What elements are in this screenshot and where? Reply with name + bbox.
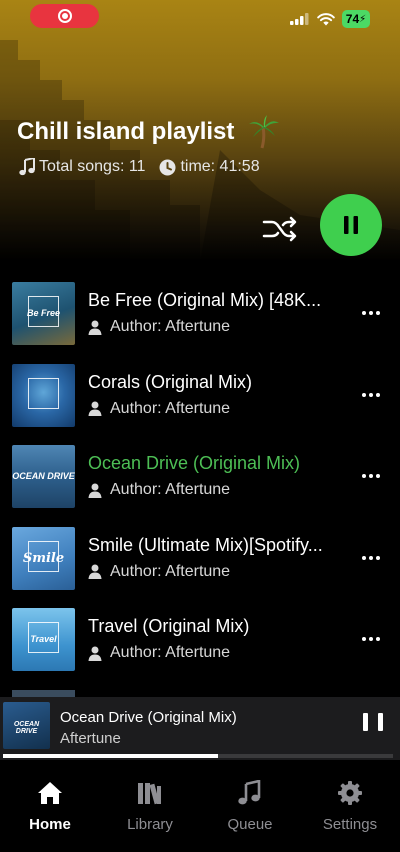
track-author: Author: Aftertune xyxy=(88,644,230,662)
track-title: Travel (Original Mix) xyxy=(88,616,250,637)
library-icon xyxy=(138,783,161,805)
tab-bar: Home Library Queue Settings xyxy=(0,762,400,852)
track-title: Corals (Original Mix) xyxy=(88,371,253,392)
battery-indicator: 74 ⚡ xyxy=(342,10,370,28)
track-title: Smile (Ultimate Mix)[Spotify... xyxy=(88,534,323,555)
tab-label: Settings xyxy=(322,816,378,833)
clock-icon xyxy=(159,159,176,175)
playlist-title-row: Chill island playlist xyxy=(17,115,280,149)
record-icon xyxy=(57,9,72,23)
mini-player[interactable]: OCEAN DRIVE Ocean Drive (Original Mix) A… xyxy=(0,697,400,760)
total-songs: Total songs: 11 xyxy=(19,158,145,176)
now-playing-cover: OCEAN DRIVE xyxy=(3,702,50,749)
author-label: Author: Aftertune xyxy=(110,562,231,580)
cover-text: Be Free xyxy=(26,308,61,318)
status-bar: 74 ⚡ xyxy=(0,0,400,40)
now-playing-artist: Aftertune xyxy=(60,730,121,747)
track-row[interactable]: Be Free Be Free (Original Mix) [48K... A… xyxy=(0,278,400,360)
playback-progress-bar[interactable] xyxy=(3,754,393,758)
shuffle-icon xyxy=(262,216,297,242)
palm-tree-icon xyxy=(249,115,280,149)
person-icon xyxy=(88,320,102,335)
person-icon xyxy=(88,483,102,498)
person-icon xyxy=(88,401,102,417)
tab-label: Queue xyxy=(227,816,273,833)
tab-library[interactable]: Library xyxy=(100,762,200,852)
track-row[interactable]: OCEAN DRIVE Ocean Drive (Original Mix) A… xyxy=(0,441,400,523)
album-cover: Travel xyxy=(12,608,75,672)
playlist-duration: time: 41:58 xyxy=(159,158,260,176)
pause-icon-bar xyxy=(363,713,368,731)
music-note-icon xyxy=(19,158,35,176)
track-row[interactable]: Corals (Original Mix) Author: Aftertune xyxy=(0,360,400,442)
more-options-button[interactable] xyxy=(358,306,384,320)
track-author: Author: Aftertune xyxy=(88,318,230,336)
music-note-icon xyxy=(238,780,261,805)
home-icon xyxy=(38,782,62,804)
signal-icon xyxy=(290,13,309,25)
track-row[interactable]: Smile Smile (Ultimate Mix)[Spotify... Au… xyxy=(0,523,400,605)
more-options-button[interactable] xyxy=(358,632,384,646)
cover-text: OCEAN DRIVE xyxy=(12,471,75,482)
track-author: Author: Aftertune xyxy=(88,400,230,418)
playback-progress-fill xyxy=(3,754,218,758)
album-cover: Be Free xyxy=(12,282,75,345)
playlist-title: Chill island playlist xyxy=(17,118,235,145)
album-cover xyxy=(12,363,75,427)
author-label: Author: Aftertune xyxy=(110,644,231,662)
track-title: Be Free (Original Mix) [48K... xyxy=(88,290,322,310)
gear-icon xyxy=(338,781,362,805)
playlist-meta: Total songs: 11 time: 41:58 xyxy=(19,158,260,176)
tab-queue[interactable]: Queue xyxy=(200,762,300,852)
track-author: Author: Aftertune xyxy=(88,481,230,499)
person-icon xyxy=(88,646,102,661)
duration-label: time: 41:58 xyxy=(180,158,260,175)
tab-home[interactable]: Home xyxy=(0,762,100,852)
playlist-header: 74 ⚡ Chill island playlist Total songs: … xyxy=(0,0,400,262)
author-label: Author: Aftertune xyxy=(110,481,231,499)
album-cover: Smile xyxy=(12,526,75,590)
album-cover: OCEAN DRIVE xyxy=(12,445,75,509)
now-playing-title: Ocean Drive (Original Mix) xyxy=(60,709,237,726)
track-list: Be Free Be Free (Original Mix) [48K... A… xyxy=(0,278,400,686)
more-options-button[interactable] xyxy=(358,388,384,402)
author-label: Author: Aftertune xyxy=(110,399,231,417)
mini-pause-button[interactable] xyxy=(363,713,383,735)
charging-bolt-icon: ⚡ xyxy=(359,13,367,25)
status-icons: 74 ⚡ xyxy=(290,10,370,28)
wifi-icon xyxy=(317,12,335,25)
cover-frame xyxy=(28,377,59,409)
track-author: Author: Aftertune xyxy=(88,563,230,581)
tab-label: Home xyxy=(29,816,71,833)
total-songs-label: Total songs: 11 xyxy=(39,158,146,175)
pause-icon xyxy=(344,216,358,234)
battery-level: 74 xyxy=(345,12,360,26)
track-row[interactable]: Travel Travel (Original Mix) Author: Aft… xyxy=(0,604,400,686)
tab-settings[interactable]: Settings xyxy=(300,762,400,852)
play-pause-button[interactable] xyxy=(320,194,382,256)
more-options-button[interactable] xyxy=(358,469,384,483)
track-title: Ocean Drive (Original Mix) xyxy=(88,453,301,474)
pause-icon-bar xyxy=(378,713,383,731)
cover-text: Travel xyxy=(30,634,57,645)
cover-text: OCEAN DRIVE xyxy=(13,721,40,735)
more-options-button[interactable] xyxy=(358,551,384,565)
author-label: Author: Aftertune xyxy=(110,318,231,335)
tab-label: Library xyxy=(127,816,173,833)
cover-text: Smile xyxy=(22,550,65,566)
person-icon xyxy=(88,564,102,580)
shuffle-button[interactable] xyxy=(261,210,299,248)
screen-recording-indicator[interactable] xyxy=(30,4,99,28)
